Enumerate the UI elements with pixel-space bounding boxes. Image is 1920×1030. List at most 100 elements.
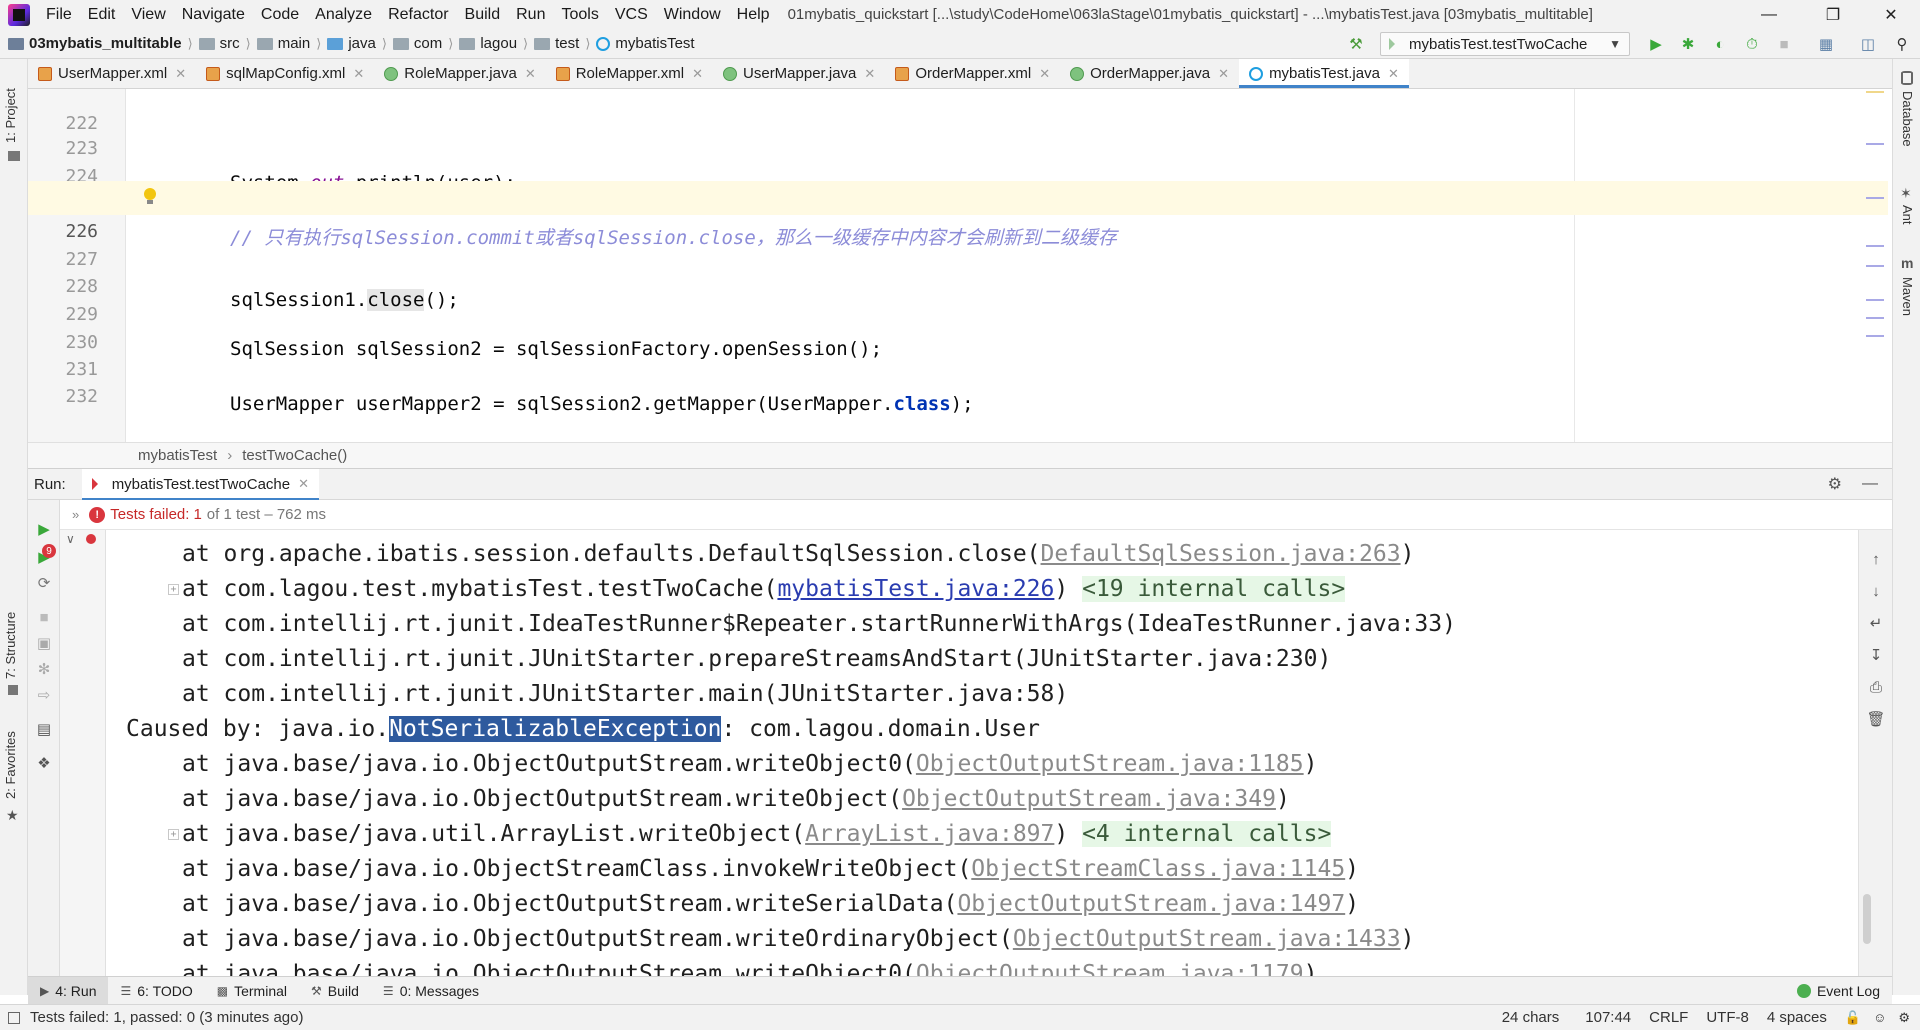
- debug-icon[interactable]: ✱: [1678, 34, 1698, 54]
- fold-toggle-icon[interactable]: +: [168, 584, 179, 595]
- breadcrumb-class[interactable]: mybatisTest: [138, 447, 217, 464]
- source-link[interactable]: ObjectOutputStream.java:1497: [957, 891, 1345, 917]
- close-tab-icon[interactable]: ✕: [175, 66, 186, 82]
- error-stripe-marker[interactable]: [1866, 317, 1884, 319]
- tab-ordermapper-xml[interactable]: OrderMapper.xml ✕: [885, 59, 1060, 88]
- ant-tool-button[interactable]: Ant: [1900, 205, 1915, 225]
- event-log-button[interactable]: Event Log: [1796, 983, 1880, 999]
- error-stripe-marker[interactable]: [1866, 299, 1884, 301]
- tool-tab-run[interactable]: ▶ 4: Run: [28, 976, 109, 1005]
- tab-rolemapper-java[interactable]: RoleMapper.java ✕: [374, 59, 545, 88]
- gear-icon[interactable]: ⚙: [1828, 474, 1842, 494]
- hide-panel-icon[interactable]: —: [1862, 475, 1878, 493]
- crumb-test[interactable]: test: [534, 35, 579, 52]
- menu-window[interactable]: Window: [656, 0, 729, 29]
- tab-mybatistest-java[interactable]: mybatisTest.java ✕: [1239, 59, 1409, 88]
- chevron-down-icon[interactable]: ∨: [66, 532, 75, 546]
- source-link[interactable]: ArrayList.java:897: [805, 821, 1054, 847]
- menu-view[interactable]: View: [123, 0, 173, 29]
- lock-icon[interactable]: 🔓: [1845, 1010, 1861, 1026]
- up-arrow-icon[interactable]: ↑: [1867, 550, 1885, 568]
- expand-icon[interactable]: »: [72, 507, 79, 522]
- source-link[interactable]: DefaultSqlSession.java:263: [1041, 541, 1401, 567]
- restore-icon[interactable]: ❐: [1810, 0, 1856, 29]
- menu-build[interactable]: Build: [457, 0, 509, 29]
- menu-file[interactable]: File: [38, 0, 80, 29]
- tab-ordermapper-java[interactable]: OrderMapper.java ✕: [1060, 59, 1239, 88]
- menu-code[interactable]: Code: [253, 0, 307, 29]
- source-link[interactable]: ObjectOutputStream.java:349: [902, 786, 1276, 812]
- tool-tab-terminal[interactable]: ▩ Terminal: [205, 977, 299, 1005]
- lightbulb-icon[interactable]: [144, 188, 156, 204]
- close-tab-icon[interactable]: ✕: [692, 66, 703, 82]
- memory-indicator-icon[interactable]: ⚙: [1898, 1010, 1910, 1026]
- internal-calls-fold[interactable]: <19 internal calls>: [1082, 576, 1346, 602]
- tab-usermapper-xml[interactable]: UserMapper.xml ✕: [28, 59, 196, 88]
- error-stripe-marker[interactable]: [1866, 197, 1884, 199]
- print-icon[interactable]: ⎙: [1867, 678, 1885, 696]
- source-link[interactable]: ObjectStreamClass.java:1145: [971, 856, 1345, 882]
- camera-icon[interactable]: ▣: [35, 634, 53, 652]
- internal-calls-fold[interactable]: <4 internal calls>: [1082, 821, 1332, 847]
- menu-refactor[interactable]: Refactor: [380, 0, 456, 29]
- tab-usermapper-java[interactable]: UserMapper.java ✕: [713, 59, 885, 88]
- close-tab-icon[interactable]: ✕: [298, 476, 309, 492]
- menu-edit[interactable]: Edit: [80, 0, 124, 29]
- run-configuration-select[interactable]: mybatisTest.testTwoCache ▼: [1380, 32, 1630, 56]
- stop-icon[interactable]: ■: [1774, 34, 1794, 54]
- tab-rolemapper-xml[interactable]: RoleMapper.xml ✕: [546, 59, 713, 88]
- search-icon[interactable]: ⚲: [1892, 34, 1912, 54]
- minimize-icon[interactable]: —: [1746, 0, 1792, 29]
- test-tree-pane[interactable]: ∨: [60, 530, 106, 976]
- error-stripe-marker[interactable]: [1866, 245, 1884, 247]
- test-failed-icon[interactable]: [86, 534, 96, 544]
- console-output[interactable]: at org.apache.ibatis.session.defaults.De…: [106, 530, 1858, 976]
- layout-icon[interactable]: ◫: [1858, 34, 1878, 54]
- menu-help[interactable]: Help: [729, 0, 778, 29]
- menu-vcs[interactable]: VCS: [607, 0, 656, 29]
- caret-position[interactable]: 107:44: [1585, 1009, 1631, 1026]
- structure-tool-button[interactable]: 7: Structure: [3, 612, 18, 679]
- breadcrumb-method[interactable]: testTwoCache(): [242, 447, 347, 464]
- pin-icon[interactable]: ❖: [35, 754, 53, 772]
- scroll-to-end-icon[interactable]: ↧: [1867, 646, 1885, 664]
- down-arrow-icon[interactable]: ↓: [1867, 582, 1885, 600]
- close-window-icon[interactable]: ✕: [1868, 0, 1914, 29]
- run-icon[interactable]: ▶: [1646, 34, 1666, 54]
- crumb-module[interactable]: 03mybatis_multitable: [8, 35, 182, 52]
- tab-sqlmapconfig-xml[interactable]: sqlMapConfig.xml ✕: [196, 59, 374, 88]
- crumb-com[interactable]: com: [392, 35, 442, 52]
- file-encoding[interactable]: UTF-8: [1706, 1009, 1749, 1026]
- menu-run[interactable]: Run: [508, 0, 553, 29]
- profile-icon[interactable]: ⏱: [1742, 34, 1762, 54]
- crumb-src[interactable]: src: [198, 35, 240, 52]
- warning-marker[interactable]: [1866, 91, 1884, 93]
- project-tool-button[interactable]: 1: Project: [3, 88, 18, 143]
- crumb-class[interactable]: mybatisTest: [596, 35, 695, 52]
- source-link[interactable]: mybatisTest.java:226: [777, 576, 1054, 602]
- crumb-java[interactable]: java: [327, 35, 376, 52]
- menu-navigate[interactable]: Navigate: [174, 0, 253, 29]
- trash-icon[interactable]: 🗑: [1866, 710, 1885, 728]
- soft-wrap-icon[interactable]: ↵: [1867, 614, 1885, 632]
- crumb-main[interactable]: main: [256, 35, 310, 52]
- inspector-icon[interactable]: ☺: [1873, 1010, 1886, 1025]
- close-tab-icon[interactable]: ✕: [1039, 66, 1050, 82]
- run-tab-testtwocache[interactable]: mybatisTest.testTwoCache ✕: [81, 468, 320, 501]
- coverage-icon[interactable]: ◐: [1710, 34, 1730, 54]
- menu-analyze[interactable]: Analyze: [307, 0, 380, 29]
- line-separator[interactable]: CRLF: [1649, 1009, 1688, 1026]
- build-hammer-icon[interactable]: ⚒: [1346, 34, 1366, 54]
- layout-icon[interactable]: ▤: [35, 720, 53, 738]
- rerun-icon[interactable]: ▶: [35, 520, 53, 538]
- error-stripe-marker[interactable]: [1866, 265, 1884, 267]
- crumb-lagou[interactable]: lagou: [459, 35, 517, 52]
- error-stripe-marker[interactable]: [1866, 335, 1884, 337]
- maven-tool-button[interactable]: Maven: [1900, 277, 1915, 316]
- close-tab-icon[interactable]: ✕: [1218, 66, 1229, 82]
- tool-tab-messages[interactable]: ☰ 0: Messages: [371, 977, 491, 1005]
- source-link[interactable]: ObjectOutputStream.java:1179: [916, 961, 1304, 976]
- tool-tab-todo[interactable]: ☰ 6: TODO: [108, 977, 204, 1005]
- close-tab-icon[interactable]: ✕: [1388, 66, 1399, 82]
- tool-tab-build[interactable]: ⚒ Build: [299, 977, 371, 1005]
